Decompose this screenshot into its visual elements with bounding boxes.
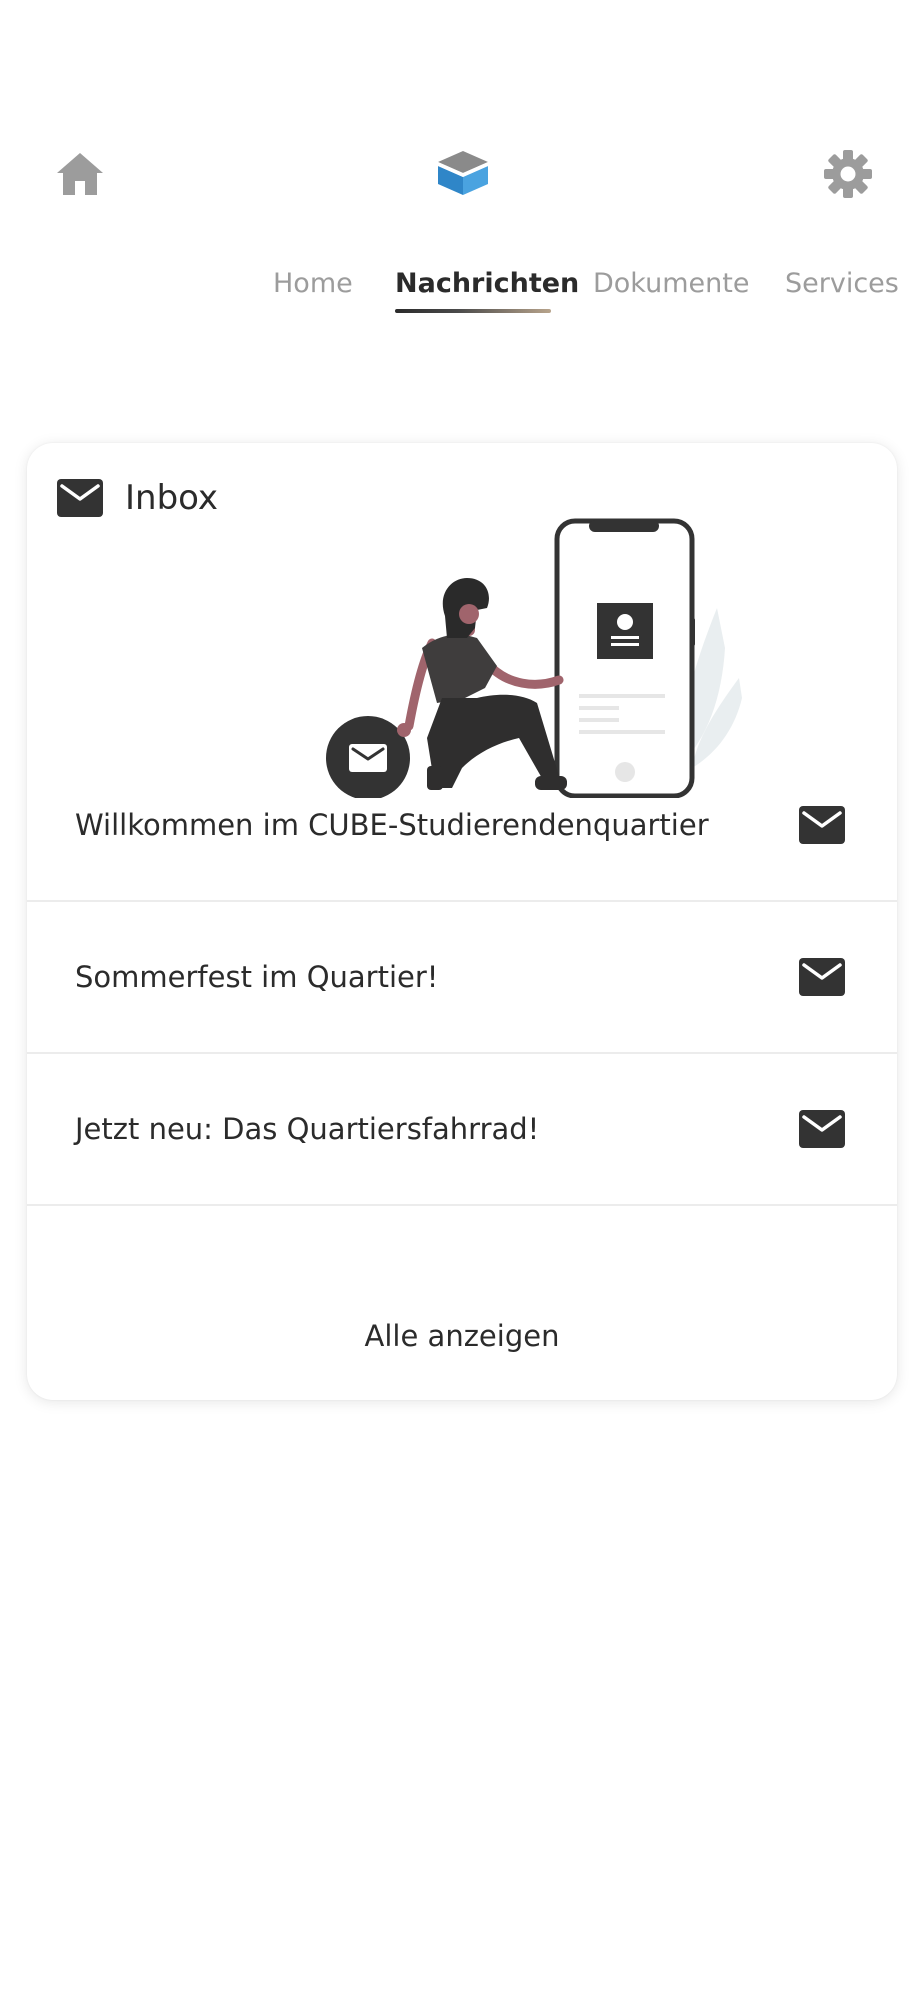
inbox-card: Inbox Willkommen im CUBE-Studierendenqua… xyxy=(27,443,897,1400)
mail-icon xyxy=(57,479,103,517)
message-row[interactable]: Willkommen im CUBE-Studierendenquartier xyxy=(27,749,897,902)
mail-icon xyxy=(799,957,845,996)
mail-icon xyxy=(799,1109,845,1148)
message-title: Sommerfest im Quartier! xyxy=(75,959,439,994)
settings-button[interactable] xyxy=(822,148,874,200)
message-title: Willkommen im CUBE-Studierendenquartier xyxy=(75,807,709,842)
tab-dokumente[interactable]: Dokumente xyxy=(593,268,749,299)
home-icon xyxy=(57,153,103,195)
message-row[interactable]: Sommerfest im Quartier! xyxy=(27,901,897,1054)
top-bar xyxy=(0,0,924,240)
message-title: Jetzt neu: Das Quartiersfahrrad! xyxy=(75,1111,540,1146)
gear-icon xyxy=(824,150,872,198)
active-tab-indicator xyxy=(395,309,551,313)
inbox-header: Inbox xyxy=(57,473,218,523)
home-button[interactable] xyxy=(54,150,106,198)
show-all-button[interactable]: Alle anzeigen xyxy=(27,1271,897,1400)
tab-nachrichten[interactable]: Nachrichten xyxy=(395,268,579,299)
tab-services[interactable]: Services xyxy=(785,268,899,299)
cube-logo xyxy=(434,148,492,198)
tab-home[interactable]: Home xyxy=(273,268,353,299)
message-row[interactable]: Jetzt neu: Das Quartiersfahrrad! xyxy=(27,1053,897,1206)
inbox-title: Inbox xyxy=(125,478,219,518)
mail-icon xyxy=(799,805,845,844)
cube-logo-icon xyxy=(438,151,488,195)
